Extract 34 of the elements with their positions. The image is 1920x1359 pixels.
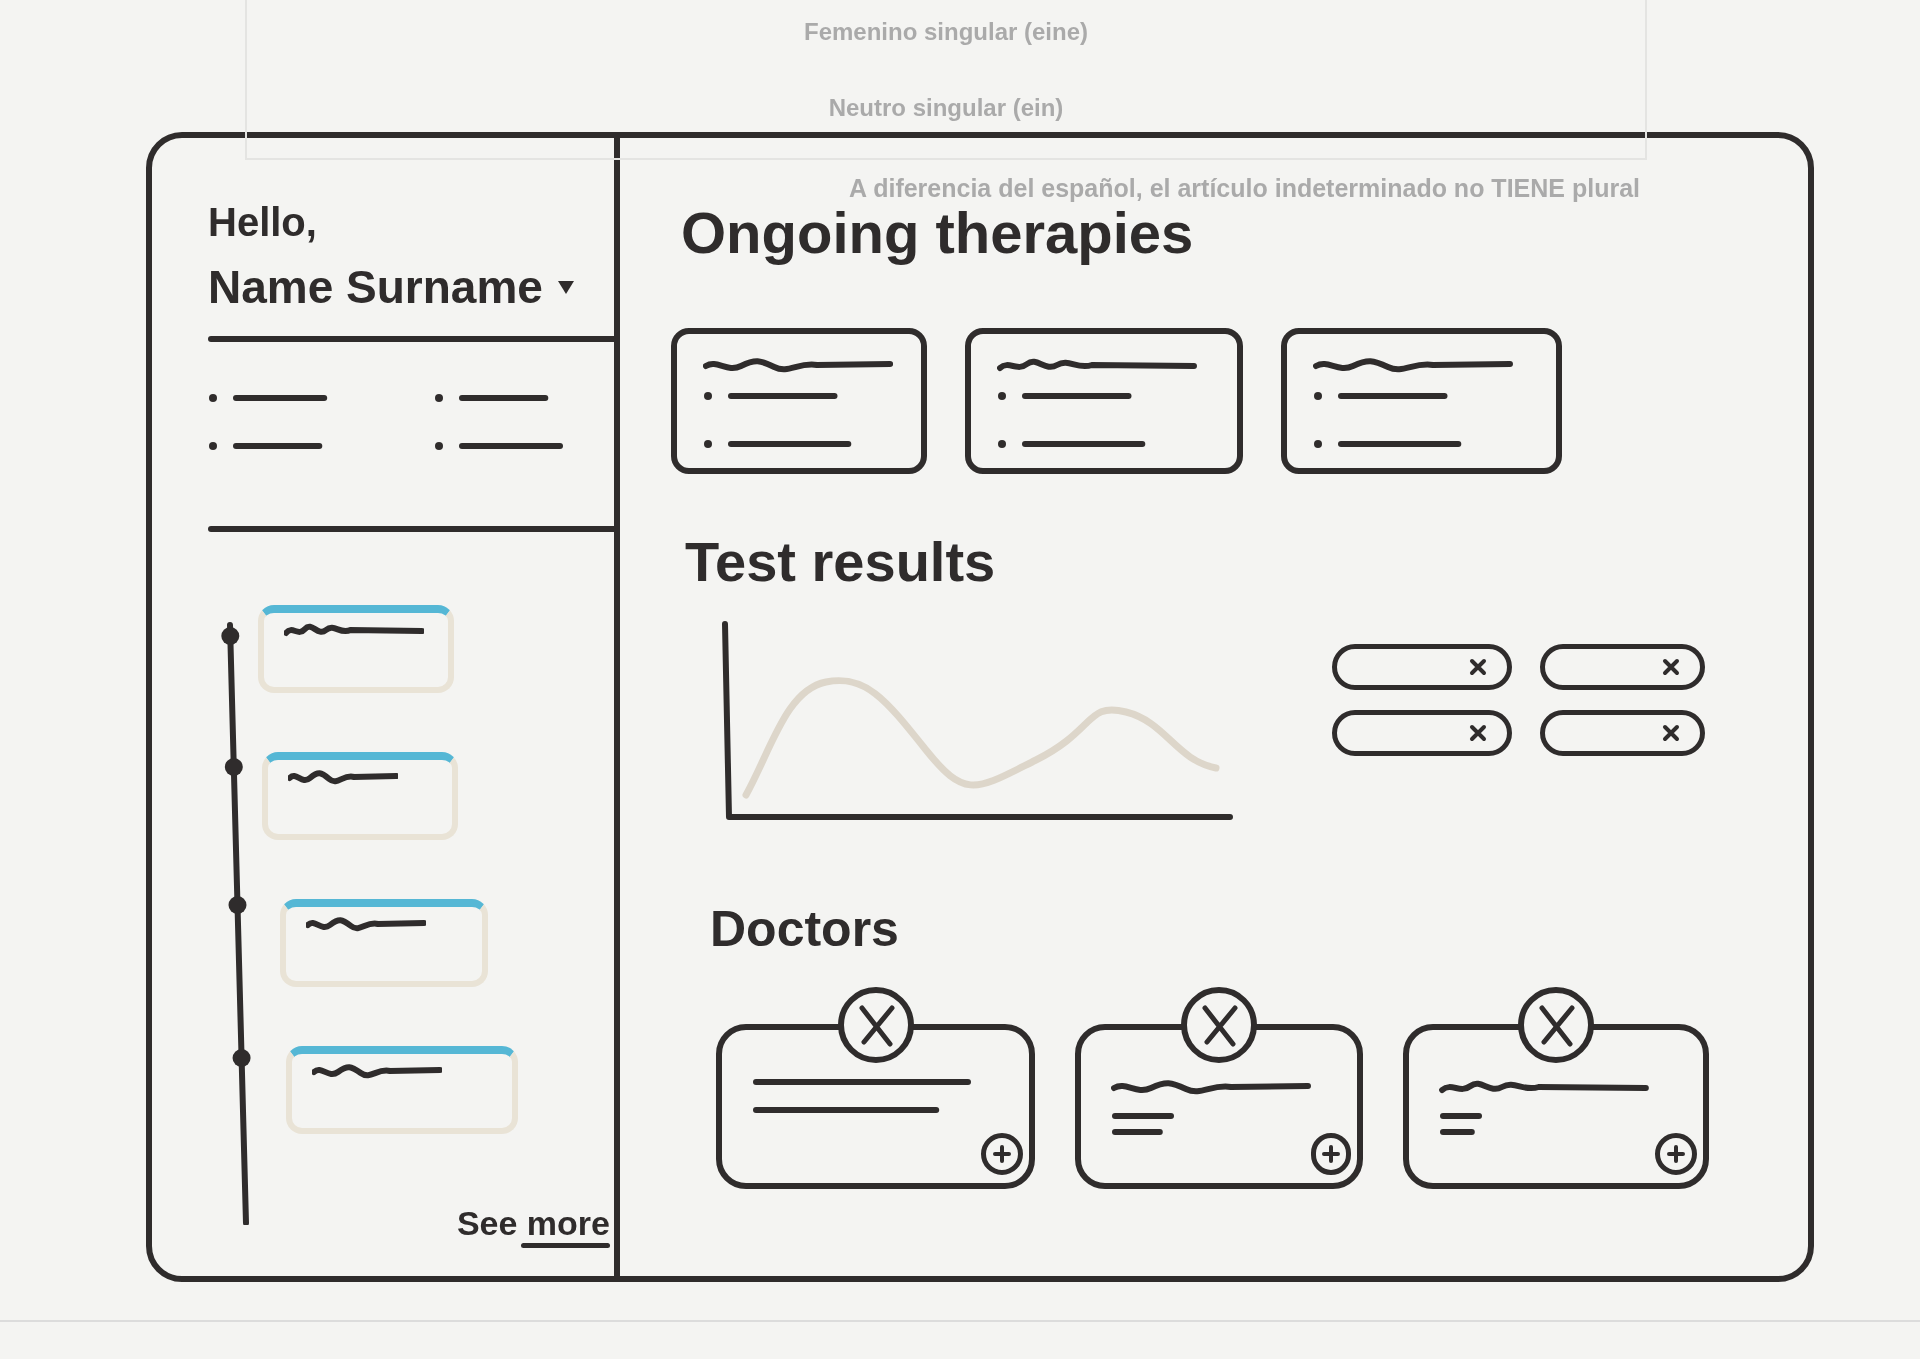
timeline-card[interactable] [280, 899, 488, 987]
close-icon [1662, 658, 1680, 676]
plus-icon [1667, 1145, 1685, 1163]
close-icon [1469, 724, 1487, 742]
add-button[interactable] [1311, 1133, 1351, 1175]
filter-chip[interactable] [1540, 644, 1705, 690]
greeting-text: Hello, [208, 202, 318, 242]
timeline-card[interactable] [258, 605, 454, 693]
text-lines-icon [1439, 1112, 1483, 1136]
show-through-text: A diferencia del español, el artículo indeterminado no TIENE plural [849, 176, 1640, 201]
text-lines-icon [1111, 1112, 1175, 1136]
section-title: Test results [685, 534, 997, 590]
user-menu-button[interactable]: Name Surname [208, 264, 575, 310]
section-title: Doctors [710, 904, 900, 954]
plus-icon [1322, 1145, 1340, 1163]
caret-icon [556, 279, 575, 295]
therapy-card[interactable] [671, 328, 927, 474]
therapy-card[interactable] [1281, 328, 1562, 474]
show-through-text: Neutro singular (ein) [828, 96, 1064, 120]
filter-chip[interactable] [1332, 710, 1512, 756]
add-button[interactable] [1655, 1133, 1697, 1175]
timeline-card[interactable] [286, 1046, 518, 1134]
show-through-text: Femenino singular (eine) [803, 20, 1088, 44]
text-lines-icon [752, 1078, 972, 1114]
plus-icon [993, 1145, 1011, 1163]
filter-chip[interactable] [1332, 644, 1512, 690]
close-icon [1469, 658, 1487, 676]
bullet-list-icon [434, 394, 564, 450]
timeline-card[interactable] [262, 752, 458, 840]
close-icon [1662, 724, 1680, 742]
see-more-link[interactable]: See more [456, 1206, 610, 1248]
add-button[interactable] [981, 1133, 1023, 1175]
filter-chip[interactable] [1540, 710, 1705, 756]
therapy-card[interactable] [965, 328, 1243, 474]
